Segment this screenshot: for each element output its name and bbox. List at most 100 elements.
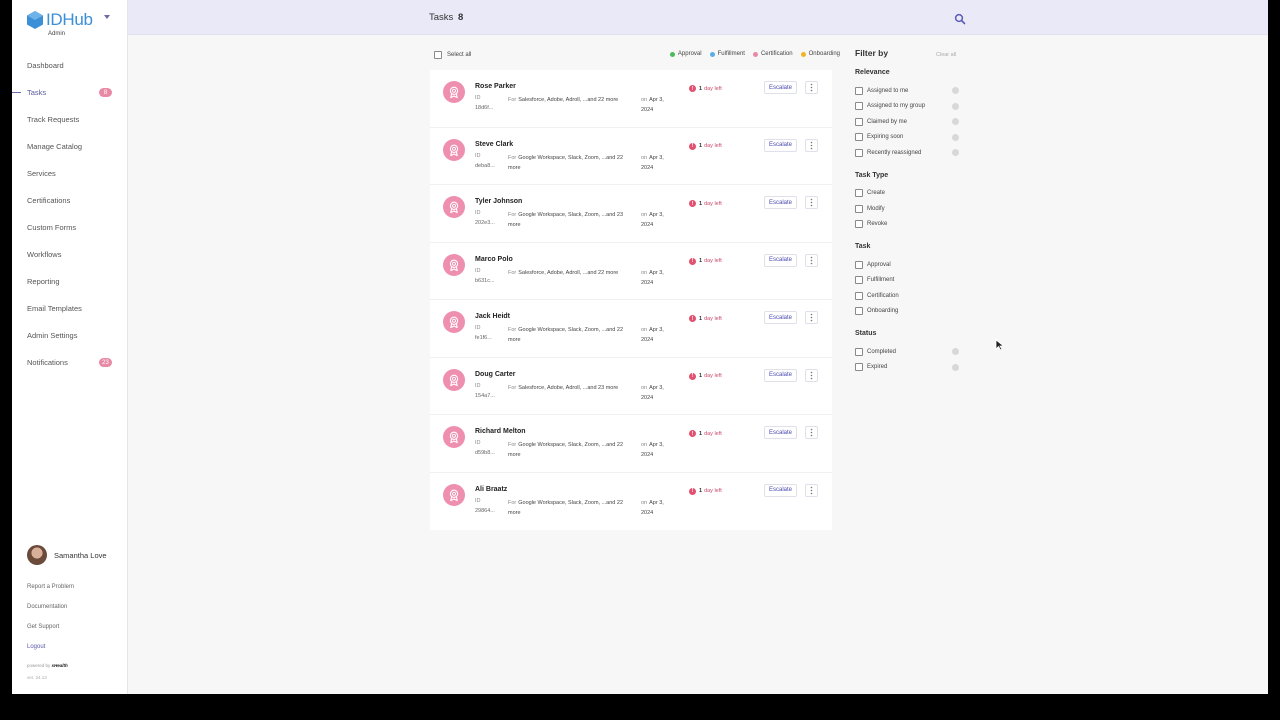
checkbox[interactable] (855, 220, 863, 229)
task-date: on Apr 3, 2024 (641, 95, 675, 115)
more-options-icon[interactable] (805, 368, 818, 382)
more-options-icon[interactable] (805, 138, 818, 152)
more-options-icon[interactable] (805, 196, 818, 209)
sidebar-item-workflows[interactable]: Workflows (12, 241, 128, 268)
link-report-a-problem[interactable]: Report a Problem (27, 582, 74, 602)
escalate-button[interactable]: Escalate (764, 426, 798, 439)
checkbox[interactable] (855, 291, 863, 300)
escalate-button[interactable]: Escalate (764, 483, 798, 497)
link-get-support[interactable]: Get Support (27, 622, 74, 642)
on-label: on (641, 97, 648, 103)
filter-option-approval[interactable]: Approval (855, 257, 965, 273)
filter-option-expiring-soon[interactable]: Expiring soon (855, 130, 965, 146)
sidebar-item-dashboard[interactable]: Dashboard (12, 52, 128, 79)
chevron-down-icon[interactable] (104, 15, 110, 19)
clear-all-link[interactable]: Clear all (936, 52, 956, 58)
task-row[interactable]: Richard Melton ID d59b8... For Google Worksp… (430, 415, 832, 473)
checkbox[interactable] (855, 133, 863, 142)
sidebar-item-custom-forms[interactable]: Custom Forms (12, 214, 128, 241)
select-all-checkbox[interactable]: Select all (434, 51, 471, 59)
more-options-icon[interactable] (805, 81, 818, 94)
sidebar-item-certifications[interactable]: Certifications (12, 187, 128, 214)
checkbox[interactable] (855, 204, 863, 213)
escalate-button[interactable]: Escalate (764, 368, 798, 382)
task-row[interactable]: Jack Heidt ID fe1f6... For Google Workspace,… (430, 300, 832, 358)
escalate-button[interactable]: Escalate (764, 311, 798, 324)
filter-option-revoke[interactable]: Revoke (855, 217, 965, 233)
sidebar-item-track-requests[interactable]: Track Requests (12, 106, 128, 133)
checkbox[interactable] (855, 347, 863, 356)
logo[interactable]: IDHub (26, 10, 93, 30)
due-count: 1 (699, 430, 703, 437)
filter-option-create[interactable]: Create (855, 186, 965, 202)
more-options-icon[interactable] (805, 426, 818, 439)
filter-option-onboarding[interactable]: Onboarding (855, 304, 965, 320)
task-date: on Apr 3, 2024 (641, 153, 675, 173)
due-count: 1 (699, 373, 703, 379)
legend-label: Certification (760, 51, 793, 57)
checkbox[interactable] (855, 189, 863, 198)
checkbox[interactable] (855, 148, 863, 157)
sidebar-item-tasks[interactable]: Tasks 8 (12, 79, 128, 106)
page-title-count: 8 (457, 12, 464, 23)
filter-option-expired[interactable]: Expired (855, 360, 965, 376)
task-row[interactable]: Steve Clark ID deba8... For Google Workspace… (430, 128, 832, 185)
filter-option-recently-reassigned[interactable]: Recently reassigned (855, 145, 965, 161)
checkbox[interactable] (434, 51, 442, 59)
escalate-button[interactable]: Escalate (764, 138, 798, 152)
link-documentation[interactable]: Documentation (27, 602, 74, 622)
checkbox[interactable] (855, 276, 863, 285)
certificate-icon-glyph (449, 374, 459, 386)
task-row[interactable]: Marco Polo ID b631c... For Salesforce, Adobe… (430, 243, 832, 300)
for-label: For (508, 212, 517, 218)
sidebar-item-services[interactable]: Services (12, 160, 128, 187)
sidebar-item-admin-settings[interactable]: Admin Settings (12, 322, 128, 349)
more-options-icon[interactable] (805, 483, 818, 497)
filter-option-label: Create (867, 190, 886, 197)
sidebar-item-notifications[interactable]: Notifications 23 (12, 349, 128, 376)
task-row[interactable]: Rose Parker ID 18d6f... For Salesforce, Adob… (430, 70, 832, 128)
task-name: Richard Melton (475, 428, 526, 435)
filter-option-fulfillment[interactable]: Fulfillment (855, 273, 965, 289)
sidebar: IDHub Admin Dashboard Tasks 8 Track Request… (12, 0, 128, 694)
filter-option-claimed-by-me[interactable]: Claimed by me (855, 114, 965, 130)
more-options-icon[interactable] (805, 253, 818, 267)
certificate-icon (443, 483, 465, 506)
task-row[interactable]: Doug Carter ID 154a7... For Salesforce, Adob… (430, 358, 832, 415)
filter-option-assigned-to-my-group[interactable]: Assigned to my group (855, 99, 965, 115)
escalate-button[interactable]: Escalate (764, 196, 798, 209)
checkbox[interactable] (855, 86, 863, 95)
task-id: 18d6f... (475, 105, 494, 111)
on-label: on (641, 384, 648, 391)
alert-icon: ! (689, 257, 696, 265)
due-text: day left (704, 373, 722, 379)
sidebar-item-email-templates[interactable]: Email Templates (12, 295, 128, 322)
sidebar-item-label: Workflows (27, 250, 62, 259)
escalate-button[interactable]: Escalate (764, 253, 798, 267)
sidebar-item-manage-catalog[interactable]: Manage Catalog (12, 133, 128, 160)
task-type-legend: Approval Fulfillment Certification Onboardi… (669, 51, 840, 57)
task-row[interactable]: Ali Braatz ID 29864... For Google Workspace,… (430, 473, 832, 531)
task-row[interactable]: Tyler Johnson ID 202e3... For Google Workspa… (430, 185, 832, 243)
checkbox[interactable] (855, 307, 863, 316)
applications-text: Salesforce, Adobe, Adroll, ...and 22 mor… (518, 269, 619, 276)
more-options-icon[interactable] (805, 311, 818, 324)
filter-option-assigned-to-me[interactable]: Assigned to me (855, 83, 965, 99)
for-label: For (508, 97, 517, 103)
checkbox[interactable] (855, 102, 863, 111)
search-icon[interactable] (954, 12, 966, 25)
escalate-button[interactable]: Escalate (764, 81, 798, 94)
certificate-icon (443, 368, 465, 391)
link-logout[interactable]: Logout (27, 642, 74, 662)
checkbox[interactable] (855, 260, 863, 269)
user-profile[interactable]: Samantha Love (27, 545, 107, 565)
sidebar-item-reporting[interactable]: Reporting (12, 268, 128, 295)
filter-option-certification[interactable]: Certification (855, 288, 965, 304)
sidebar-item-label: Custom Forms (27, 223, 77, 232)
checkbox[interactable] (855, 363, 863, 372)
due-count: 1 (699, 315, 703, 322)
filter-option-completed[interactable]: Completed (855, 344, 965, 360)
filter-option-modify[interactable]: Modify (855, 201, 965, 217)
checkbox[interactable] (855, 117, 863, 126)
due-status: ! 1 day left (689, 85, 722, 92)
